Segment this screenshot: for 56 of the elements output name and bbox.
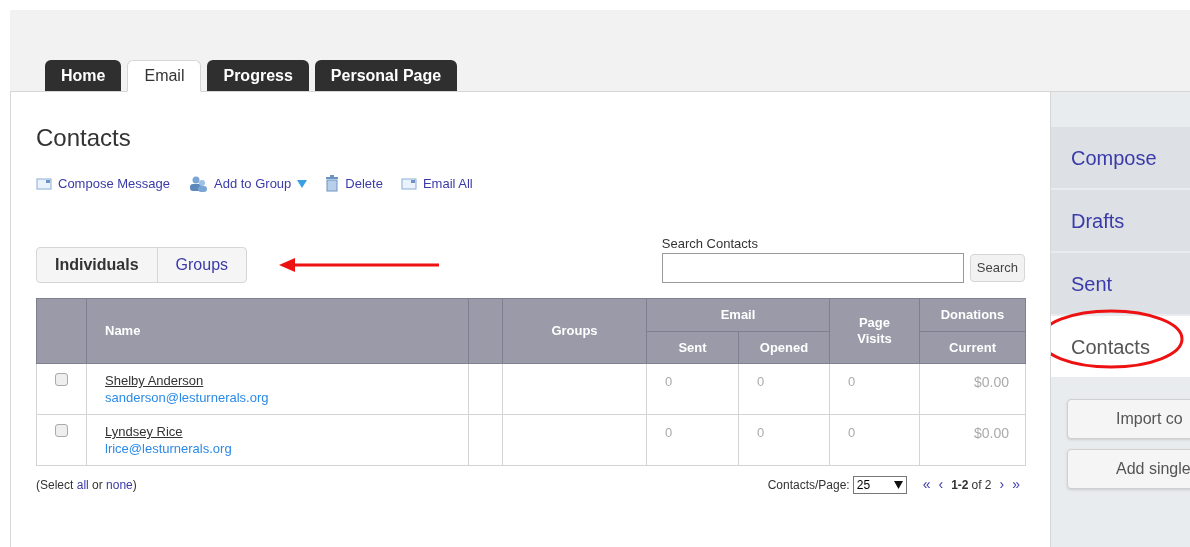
envelope-icon — [400, 176, 417, 191]
search-label: Search Contacts — [661, 234, 759, 253]
column-header: Page Visits — [829, 298, 920, 364]
view-toggle[interactable]: Groups — [156, 248, 247, 282]
row-checkbox[interactable] — [55, 424, 68, 437]
column-header: Groups — [502, 298, 647, 364]
view-toggle[interactable]: Individuals — [37, 248, 157, 282]
sidebar-item[interactable]: Compose — [1051, 125, 1190, 188]
toolbar-link[interactable]: Add to Group — [188, 174, 308, 194]
column-header: Name — [86, 298, 469, 364]
page-title: Contacts — [36, 126, 132, 150]
table-cell: 0 — [757, 425, 765, 440]
select-all-link[interactable]: all — [76, 477, 89, 492]
nav-tab[interactable]: Home — [45, 60, 122, 91]
toolbar-link[interactable]: Compose Message — [36, 174, 170, 194]
envelope-icon — [36, 176, 52, 191]
select-none-link[interactable]: none — [106, 477, 133, 492]
sidebar-item[interactable]: Sent — [1051, 251, 1190, 314]
next-page-link[interactable]: › — [999, 474, 1005, 495]
column-header: Email — [646, 298, 830, 332]
toolbar-link[interactable]: Email All — [400, 174, 473, 194]
people-icon — [188, 174, 208, 193]
sidebar-button[interactable]: Import co — [1067, 399, 1190, 439]
column-header: Donations — [919, 298, 1026, 332]
contact-name-link[interactable]: Shelby Anderson — [105, 372, 204, 389]
sidebar-button[interactable]: Add single — [1067, 449, 1190, 489]
column-header: Current — [919, 331, 1026, 364]
column-header: Sent — [646, 331, 739, 364]
select-hint: (Select all or none) — [36, 476, 137, 494]
table-cell: 0 — [665, 374, 673, 389]
per-page-label: Contacts/Page: — [767, 476, 850, 494]
table-cell: 0 — [848, 425, 856, 440]
trash-icon — [325, 175, 340, 193]
page-total: of 2 — [971, 476, 992, 494]
search-button[interactable]: Search — [969, 254, 1025, 282]
table-cell: 0 — [665, 425, 673, 440]
nav-tab[interactable]: Email — [127, 60, 202, 92]
contact-email-link[interactable]: lrice@lesturnerals.org — [105, 440, 232, 457]
table-cell: 0 — [757, 374, 765, 389]
search-field[interactable] — [661, 253, 964, 283]
table-cell: 0 — [848, 374, 856, 389]
toolbar-link[interactable]: Delete — [325, 174, 383, 194]
sidebar-item[interactable]: Drafts — [1051, 188, 1190, 251]
dropdown-icon — [893, 480, 903, 489]
nav-tab[interactable]: Personal Page — [314, 60, 458, 91]
previous-page-link[interactable]: ‹ — [938, 474, 944, 495]
table-cell: $0.00 — [973, 425, 1009, 441]
first-page-link[interactable]: « — [922, 474, 931, 495]
table-cell: $0.00 — [973, 374, 1009, 390]
per-page-select[interactable]: 25 — [852, 475, 907, 494]
page-range: 1-2 — [951, 476, 969, 494]
row-checkbox[interactable] — [55, 373, 68, 386]
nav-tab[interactable]: Progress — [207, 60, 309, 91]
contact-name-link[interactable]: Lyndsey Rice — [105, 423, 183, 440]
contact-email-link[interactable]: sanderson@lesturnerals.org — [105, 389, 269, 406]
last-page-link[interactable]: » — [1012, 474, 1020, 495]
